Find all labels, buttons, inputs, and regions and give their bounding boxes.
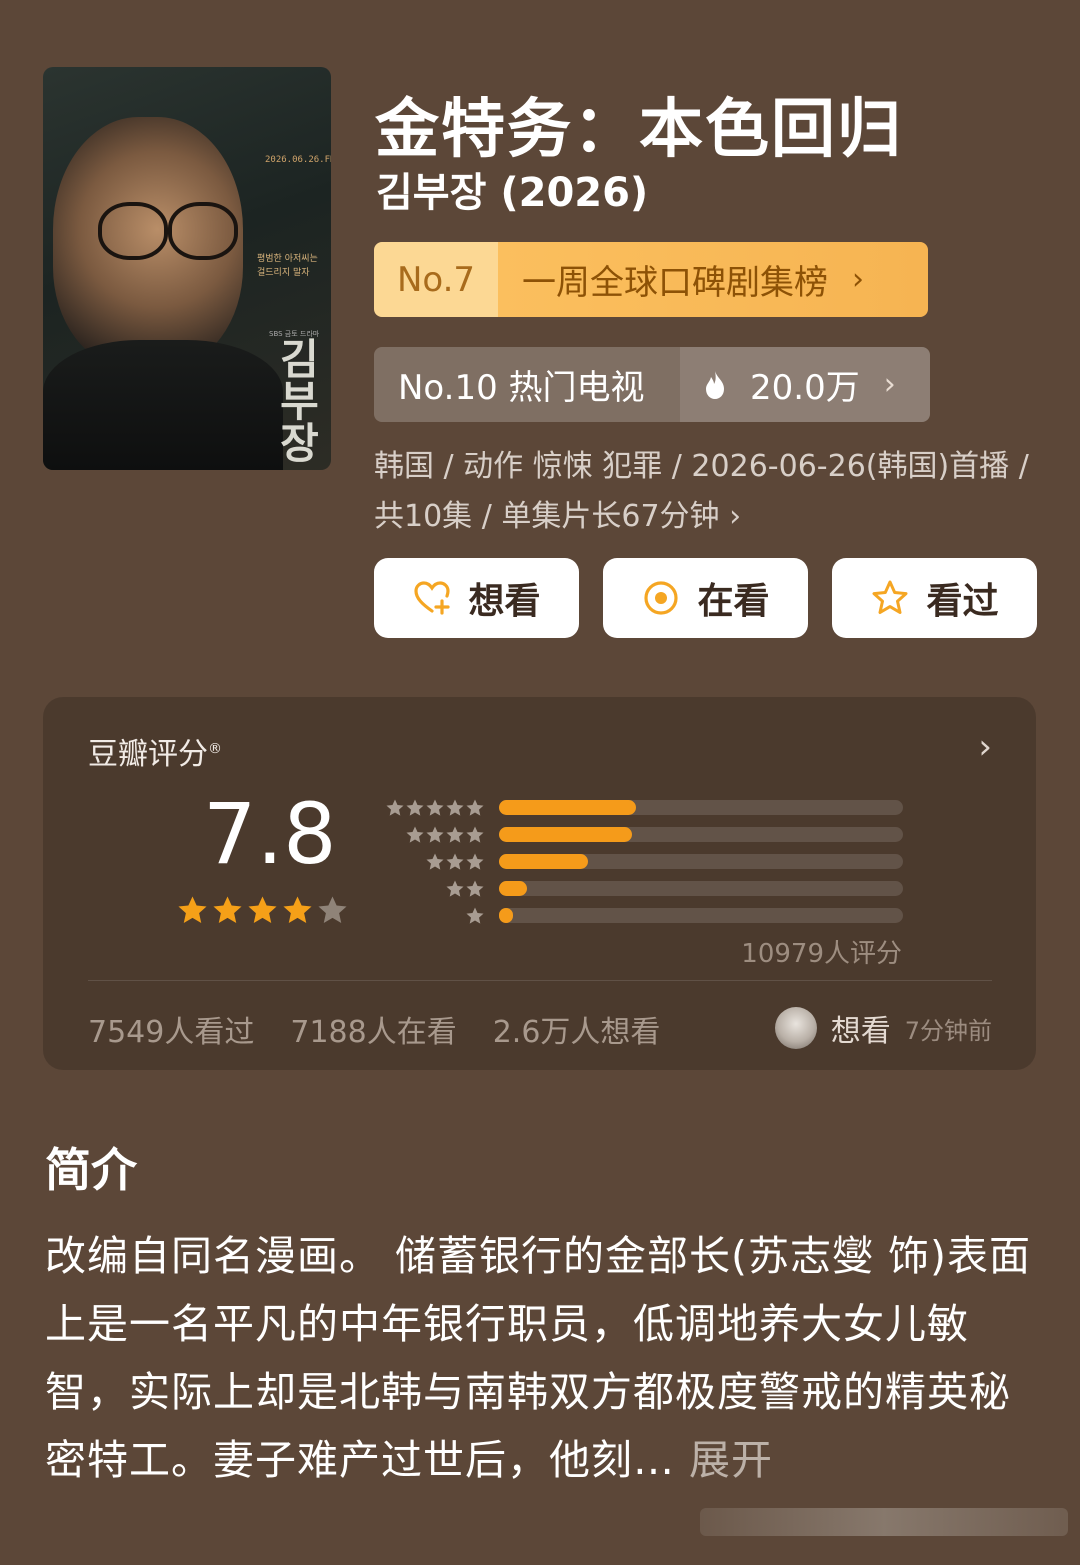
distribution-stars — [383, 906, 485, 926]
rating-title-text: 豆瓣评分 — [88, 737, 208, 772]
distribution-track — [499, 854, 903, 869]
show-meta[interactable]: 韩国 / 动作 惊悚 犯罪 / 2026-06-26(韩国)首播 / 共10集 … — [374, 442, 1034, 542]
poster-glasses — [168, 202, 238, 260]
distribution-stars — [383, 798, 485, 818]
rank-label: 一周全球口碑剧集榜 — [522, 263, 828, 303]
divider — [88, 980, 992, 981]
distribution-bar — [499, 827, 633, 842]
star-outline-icon — [872, 580, 908, 614]
rating-score: 7.8 — [203, 785, 337, 883]
stat-watched[interactable]: 7549人看过 — [88, 1007, 254, 1051]
star-icon — [426, 799, 444, 816]
chevron-right-icon: › — [883, 367, 896, 402]
rating-title: 豆瓣评分® — [88, 729, 222, 773]
rank-label-wrap: 一周全球口碑剧集榜 › — [498, 242, 928, 317]
star-icon — [466, 853, 484, 870]
distribution-bar — [499, 800, 637, 815]
hot-count: 20.0万 — [750, 368, 860, 408]
star-icon — [466, 907, 484, 924]
want-button[interactable]: 想看 — [374, 558, 579, 638]
rating-distribution — [383, 794, 903, 929]
distribution-track — [499, 800, 903, 815]
weekly-rank-banner[interactable]: No.7 一周全球口碑剧集榜 › — [374, 242, 928, 317]
page-title: 金特务：本色回归 — [375, 93, 903, 167]
viewer-stats: 7549人看过 7188人在看 2.6万人想看 — [88, 1007, 660, 1051]
distribution-track — [499, 881, 903, 896]
chevron-right-icon: › — [852, 262, 864, 297]
star-icon — [446, 853, 464, 870]
star-icon — [386, 799, 404, 816]
watermark — [700, 1508, 1068, 1536]
recent-activity[interactable]: 想看 7分钟前 — [774, 1006, 992, 1050]
distribution-track — [499, 827, 903, 842]
star-icon — [446, 880, 464, 897]
star-icon — [406, 826, 424, 843]
fire-icon — [706, 370, 724, 399]
star-filled-icon — [213, 896, 242, 924]
poster-image[interactable]: 2026.06.26.FRI 평범한 아저씨는 걸드리지 말자 SBS 금토 드… — [43, 67, 331, 470]
distribution-row — [383, 821, 903, 848]
stat-want[interactable]: 2.6万人想看 — [493, 1007, 661, 1051]
star-filled-icon — [283, 896, 312, 924]
distribution-stars — [383, 879, 485, 899]
star-icon — [406, 799, 424, 816]
meta-text: 韩国 / 动作 惊悚 犯罪 / 2026-06-26(韩国)首播 / 共10集 … — [374, 449, 1029, 534]
expand-link[interactable]: 展开 — [689, 1436, 773, 1484]
distribution-row — [383, 848, 903, 875]
rank-number: No.7 — [374, 242, 498, 317]
hot-tv-banner[interactable]: No.10 热门电视 20.0万 › — [374, 347, 930, 422]
activity-label: 想看 — [830, 1014, 891, 1049]
want-label: 想看 — [468, 581, 541, 622]
intro-title: 简介 — [45, 1143, 137, 1197]
star-filled-icon — [248, 896, 277, 924]
star-icon — [466, 826, 484, 843]
rating-card[interactable]: 豆瓣评分® › 7.8 10979人评分 7549人看过 7188人在看 2.6… — [43, 697, 1036, 1070]
poster-glasses — [98, 202, 168, 260]
action-buttons: 想看 在看 看过 — [374, 558, 1037, 638]
distribution-row — [383, 902, 903, 929]
watched-button[interactable]: 看过 — [832, 558, 1037, 638]
star-icon — [446, 826, 464, 843]
poster-tagline: 평범한 아저씨는 걸드리지 말자 — [257, 254, 318, 278]
distribution-bar — [499, 854, 588, 869]
watching-label: 在看 — [697, 581, 770, 622]
star-filled-icon — [178, 896, 207, 924]
intro-body: 改编自同名漫画。 储蓄银行的金部长(苏志燮 饰)表面上是一名平凡的中年银行职员，… — [45, 1232, 1032, 1484]
star-empty-icon — [318, 896, 347, 924]
original-title: 김부장 (2026) — [376, 170, 649, 216]
distribution-stars — [383, 852, 485, 872]
chevron-right-icon: › — [729, 499, 742, 534]
avatar — [774, 1007, 817, 1049]
watched-label: 看过 — [926, 581, 999, 622]
star-icon — [466, 799, 484, 816]
distribution-bar — [499, 908, 513, 923]
hot-rank: No.10 热门电视 — [374, 347, 680, 422]
activity-time: 7分钟前 — [904, 1016, 992, 1045]
distribution-row — [383, 875, 903, 902]
watching-button[interactable]: 在看 — [603, 558, 808, 638]
poster-suit — [43, 340, 283, 470]
star-icon — [426, 853, 444, 870]
heart-plus-icon — [414, 581, 451, 615]
star-icon — [426, 826, 444, 843]
poster-date: 2026.06.26.FRI — [265, 155, 331, 165]
hot-count-wrap: 20.0万 › — [680, 347, 930, 422]
registered-mark: ® — [208, 741, 222, 757]
chevron-right-icon[interactable]: › — [978, 727, 992, 767]
stat-watching[interactable]: 7188人在看 — [290, 1007, 456, 1051]
star-icon — [466, 880, 484, 897]
distribution-row — [383, 794, 903, 821]
intro-text: 改编自同名漫画。 储蓄银行的金部长(苏志燮 饰)表面上是一名平凡的中年银行职员，… — [45, 1222, 1035, 1494]
score-stars — [176, 894, 349, 927]
target-icon — [644, 581, 679, 615]
poster-title: 김부장 — [272, 337, 321, 463]
star-icon — [446, 799, 464, 816]
distribution-track — [499, 908, 903, 923]
distribution-bar — [499, 881, 528, 896]
distribution-stars — [383, 825, 485, 845]
rating-count: 10979人评分 — [741, 939, 902, 969]
